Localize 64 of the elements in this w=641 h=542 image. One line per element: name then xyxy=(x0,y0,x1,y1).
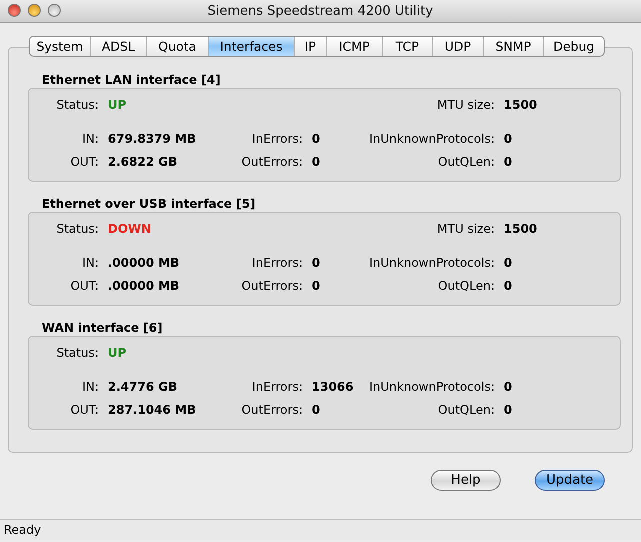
field-value: 0 xyxy=(311,403,320,417)
tab[interactable]: UDP xyxy=(433,37,484,56)
section-title: WAN interface [6] xyxy=(42,321,164,335)
window-title: Siemens Speedstream 4200 Utility xyxy=(208,4,434,18)
field-label: OUT: xyxy=(70,403,99,417)
tab[interactable]: Debug xyxy=(544,37,604,56)
field-value: 13066 xyxy=(311,380,354,394)
field-value: 0 xyxy=(503,155,512,169)
tab[interactable]: TCP xyxy=(383,37,433,56)
field-label: IN: xyxy=(82,256,99,270)
section-title: Ethernet LAN interface [4] xyxy=(42,73,222,87)
field-label: InErrors: xyxy=(252,256,303,270)
field-value: .00000 MB xyxy=(107,279,180,293)
field-label: OutErrors: xyxy=(242,279,303,293)
field-value: 0 xyxy=(503,256,512,270)
field-value: 1500 xyxy=(503,222,538,236)
field-label: InUnknownProtocols: xyxy=(369,380,495,394)
status-value: DOWN xyxy=(107,222,152,236)
field-label: Status: xyxy=(56,346,99,360)
field-label: OUT: xyxy=(70,279,99,293)
field-value: .00000 MB xyxy=(107,256,180,270)
field-label: MTU size: xyxy=(437,98,495,112)
field-value: 287.1046 MB xyxy=(107,403,196,417)
field-label: Status: xyxy=(56,98,99,112)
field-label: IN: xyxy=(82,380,99,394)
field-value: 0 xyxy=(311,279,320,293)
close-button[interactable] xyxy=(8,4,21,17)
status-value: UP xyxy=(107,346,127,360)
field-label: OutQLen: xyxy=(438,279,495,293)
field-value: 0 xyxy=(503,132,512,146)
tab[interactable]: IP xyxy=(295,37,327,56)
tab[interactable]: ICMP xyxy=(327,37,383,56)
field-value: 0 xyxy=(503,279,512,293)
field-value: 2.6822 GB xyxy=(107,155,178,169)
tab[interactable]: ADSL xyxy=(91,37,147,56)
field-label: InUnknownProtocols: xyxy=(369,256,495,270)
field-label: MTU size: xyxy=(437,222,495,236)
section-title: Ethernet over USB interface [5] xyxy=(42,197,257,211)
field-value: 0 xyxy=(503,403,512,417)
tab[interactable]: SNMP xyxy=(484,37,544,56)
field-value: 2.4776 GB xyxy=(107,380,178,394)
tab[interactable]: Interfaces xyxy=(209,37,295,56)
field-label: OUT: xyxy=(70,155,99,169)
field-label: OutQLen: xyxy=(438,155,495,169)
field-label: InErrors: xyxy=(252,132,303,146)
default-button[interactable]: Update xyxy=(535,470,605,491)
field-label: Status: xyxy=(56,222,99,236)
field-label: InErrors: xyxy=(252,380,303,394)
field-value: 0 xyxy=(311,155,320,169)
field-label: InUnknownProtocols: xyxy=(369,132,495,146)
field-label: OutErrors: xyxy=(242,403,303,417)
field-value: 679.8379 MB xyxy=(107,132,196,146)
field-label: OutQLen: xyxy=(438,403,495,417)
field-value: 0 xyxy=(503,380,512,394)
zoom-button[interactable] xyxy=(48,4,61,17)
status-text: Ready xyxy=(4,523,42,537)
status-value: UP xyxy=(107,98,127,112)
field-value: 0 xyxy=(311,132,320,146)
field-value: 0 xyxy=(311,256,320,270)
field-value: 1500 xyxy=(503,98,538,112)
field-label: IN: xyxy=(82,132,99,146)
minimize-button[interactable] xyxy=(28,4,41,17)
push-button[interactable]: Help xyxy=(431,470,501,491)
field-label: OutErrors: xyxy=(242,155,303,169)
